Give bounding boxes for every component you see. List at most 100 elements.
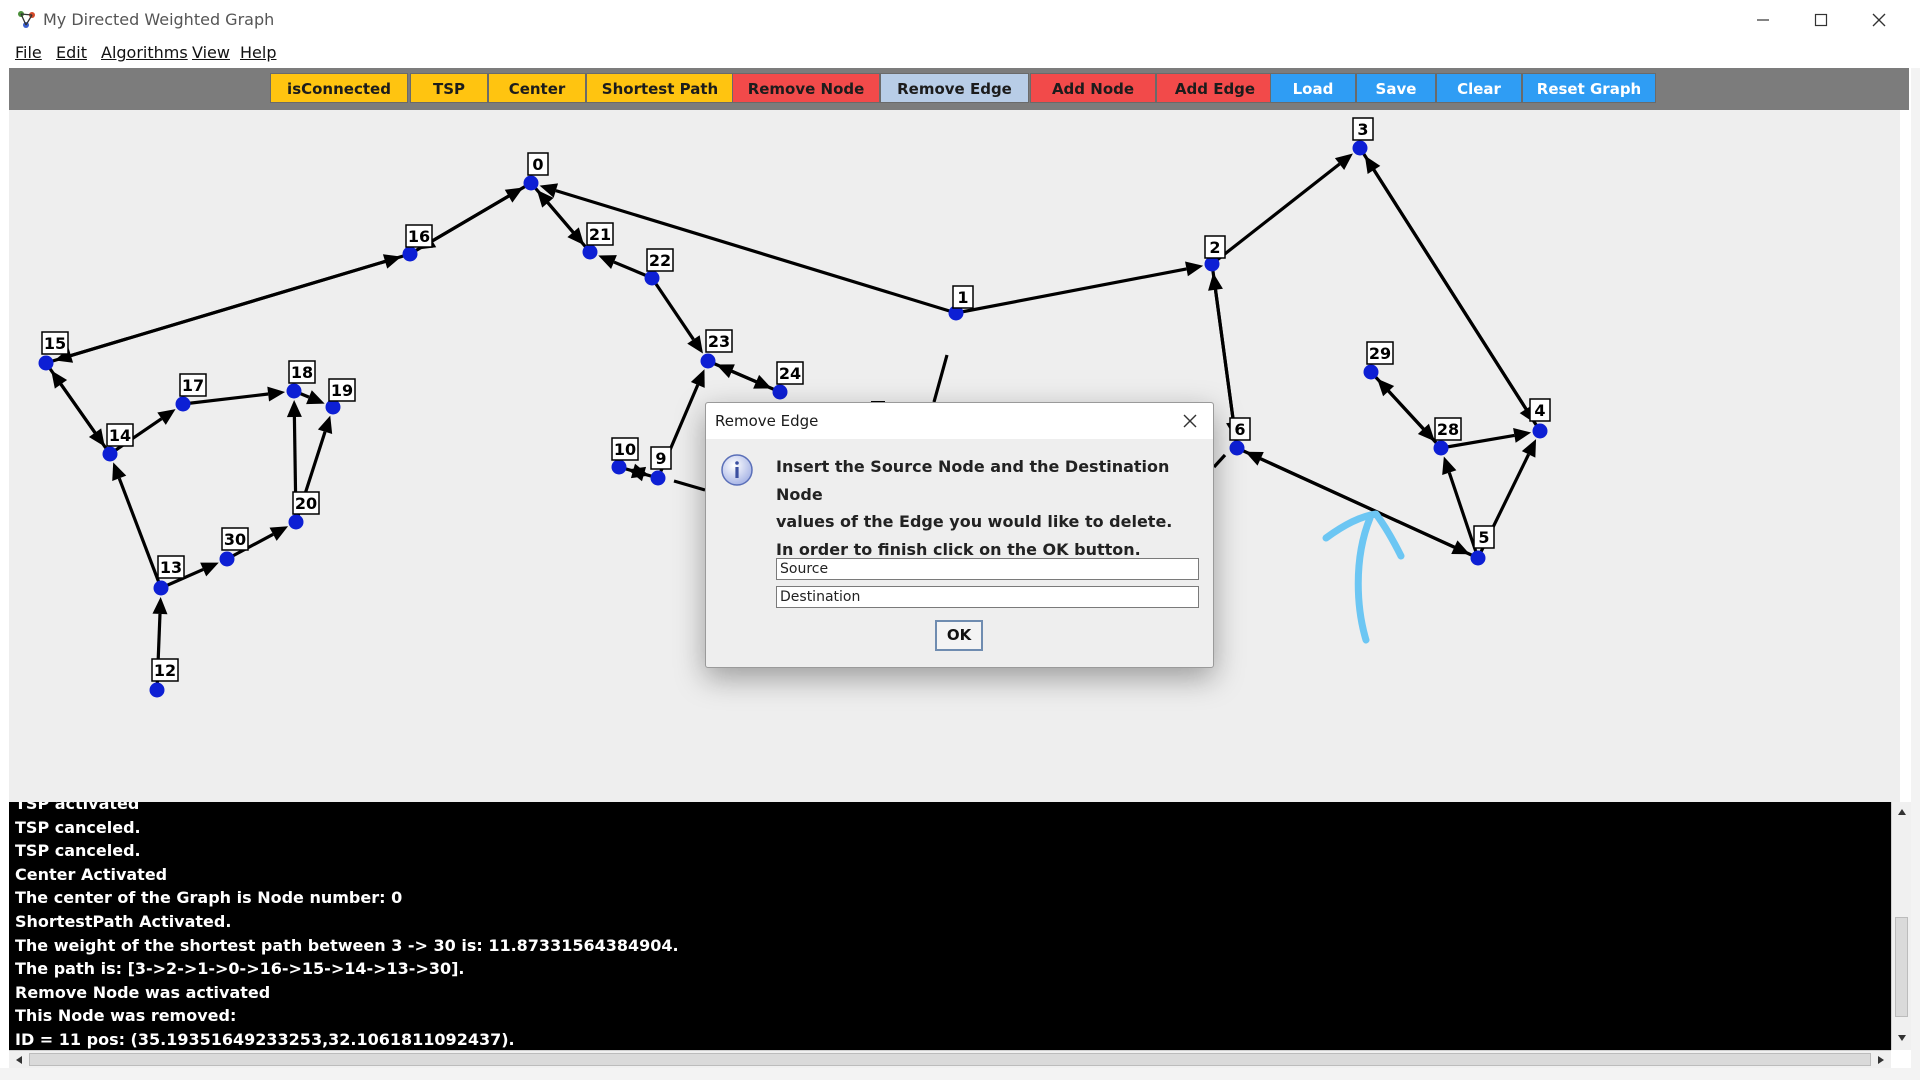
close-icon xyxy=(1872,13,1886,27)
graph-edge[interactable] xyxy=(1210,263,1236,423)
graph-node-23[interactable] xyxy=(700,353,716,369)
node-label: 18 xyxy=(291,363,313,382)
graph-edge[interactable] xyxy=(59,383,112,455)
console-vertical-scrollbar[interactable] xyxy=(1891,802,1911,1050)
graph-node-22[interactable] xyxy=(644,270,660,286)
node-label: 2 xyxy=(1209,238,1220,257)
graph-edge[interactable] xyxy=(731,369,781,394)
add-node-button[interactable]: Add Node xyxy=(1030,73,1156,103)
graph-node-0[interactable] xyxy=(523,175,539,191)
graph-edge[interactable] xyxy=(673,479,706,492)
node-label: 9 xyxy=(655,449,666,468)
info-icon xyxy=(721,454,753,486)
graph-node-28[interactable] xyxy=(1433,440,1449,456)
node-label: 16 xyxy=(408,227,430,246)
node-label: 20 xyxy=(295,494,317,513)
graph-node-29[interactable] xyxy=(1363,364,1379,380)
graph-edge[interactable] xyxy=(955,267,1187,315)
graph-edge[interactable] xyxy=(1372,169,1542,432)
graph-node-16[interactable] xyxy=(402,246,418,262)
clear-button[interactable]: Clear xyxy=(1436,73,1522,103)
save-button[interactable]: Save xyxy=(1356,73,1436,103)
tsp-button[interactable]: TSP xyxy=(410,73,488,103)
menu-algorithms[interactable]: Algorithms xyxy=(101,42,188,64)
graph-node-5[interactable] xyxy=(1470,550,1486,566)
node-label: 5 xyxy=(1478,528,1489,547)
node-label: 21 xyxy=(589,225,611,244)
console-line: The weight of the shortest path between … xyxy=(15,935,679,955)
graph-edge[interactable] xyxy=(1369,370,1425,430)
scroll-right-icon[interactable] xyxy=(1873,1052,1889,1068)
scroll-left-icon[interactable] xyxy=(11,1052,27,1068)
graph-app-icon xyxy=(18,11,35,28)
graph-edge[interactable] xyxy=(1212,453,1227,469)
load-button[interactable]: Load xyxy=(1270,73,1356,103)
console-lines: TSP activated TSP canceled. TSP canceled. C… xyxy=(15,802,679,1050)
graph-edge[interactable] xyxy=(932,354,949,403)
graph-node-6[interactable] xyxy=(1229,440,1245,456)
graph-edge[interactable] xyxy=(45,259,386,365)
menu-view[interactable]: View xyxy=(192,42,230,64)
scroll-down-icon[interactable] xyxy=(1894,1030,1910,1046)
console-line: ID = 11 pos: (35.19351649233253,32.10618… xyxy=(15,1029,515,1049)
source-input[interactable] xyxy=(776,558,1199,580)
scroll-up-icon[interactable] xyxy=(1894,804,1910,820)
console-line: ShortestPath Activated. xyxy=(15,911,232,931)
close-window-button[interactable] xyxy=(1850,0,1908,40)
node-label: 29 xyxy=(1369,344,1391,363)
minimize-button[interactable] xyxy=(1734,0,1792,40)
destination-input[interactable] xyxy=(776,586,1199,608)
edge-arrowhead xyxy=(687,335,703,354)
edge-arrowhead xyxy=(1185,261,1204,277)
graph-node-20[interactable] xyxy=(288,514,304,530)
graph-edge[interactable] xyxy=(117,477,163,589)
console-horizontal-scrollbar[interactable] xyxy=(9,1050,1891,1068)
graph-node-13[interactable] xyxy=(153,580,169,596)
menu-help[interactable]: Help xyxy=(240,42,276,64)
graph-node-3[interactable] xyxy=(1352,140,1368,156)
graph-node-4[interactable] xyxy=(1532,423,1548,439)
graph-node-21[interactable] xyxy=(582,244,598,260)
graph-edge[interactable] xyxy=(1211,162,1341,266)
dialog-title: Remove Edge xyxy=(715,412,819,430)
node-label: 6 xyxy=(1234,420,1245,439)
graph-node-9[interactable] xyxy=(650,470,666,486)
node-label: 12 xyxy=(154,661,176,680)
console-vertical-thumb[interactable] xyxy=(1895,917,1908,1017)
isconnected-button[interactable]: isConnected xyxy=(270,73,408,103)
maximize-icon xyxy=(1814,13,1828,27)
add-edge-button[interactable]: Add Edge xyxy=(1156,73,1274,103)
dialog-close-icon[interactable] xyxy=(1180,411,1200,431)
reset-graph-button[interactable]: Reset Graph xyxy=(1522,73,1656,103)
menu-file[interactable]: File xyxy=(15,42,42,64)
graph-node-24[interactable] xyxy=(772,384,788,400)
ok-button[interactable]: OK xyxy=(935,620,983,651)
toolbar: isConnected TSP Center Shortest Path Rem… xyxy=(9,68,1909,110)
graph-node-17[interactable] xyxy=(175,396,191,412)
node-label: 23 xyxy=(708,332,730,351)
maximize-button[interactable] xyxy=(1792,0,1850,40)
console-line: TSP canceled. xyxy=(15,841,141,861)
graph-edge[interactable] xyxy=(546,201,592,254)
console-line: TSP activated xyxy=(15,802,140,813)
window-right-edge xyxy=(1911,68,1920,1068)
remove-edge-button[interactable]: Remove Edge xyxy=(880,73,1029,103)
center-button[interactable]: Center xyxy=(488,73,586,103)
annotation-arrow xyxy=(1354,514,1374,644)
graph-node-10[interactable] xyxy=(611,459,627,475)
edge-arrowhead xyxy=(382,254,402,269)
graph-edge[interactable] xyxy=(650,277,695,341)
node-label: 13 xyxy=(160,558,182,577)
node-label: 10 xyxy=(614,440,636,459)
graph-edge[interactable] xyxy=(555,189,957,315)
shortest-path-button[interactable]: Shortest Path xyxy=(586,73,734,103)
graph-node-15[interactable] xyxy=(38,355,54,371)
console-horizontal-thumb[interactable] xyxy=(29,1053,1871,1066)
graph-node-14[interactable] xyxy=(102,446,118,462)
remove-node-button[interactable]: Remove Node xyxy=(732,73,880,103)
graph-node-18[interactable] xyxy=(286,383,302,399)
menu-edit[interactable]: Edit xyxy=(56,42,87,64)
graph-node-12[interactable] xyxy=(149,682,165,698)
menu-bar: File Edit Algorithms View Help xyxy=(0,40,1920,68)
graph-node-30[interactable] xyxy=(219,551,235,567)
